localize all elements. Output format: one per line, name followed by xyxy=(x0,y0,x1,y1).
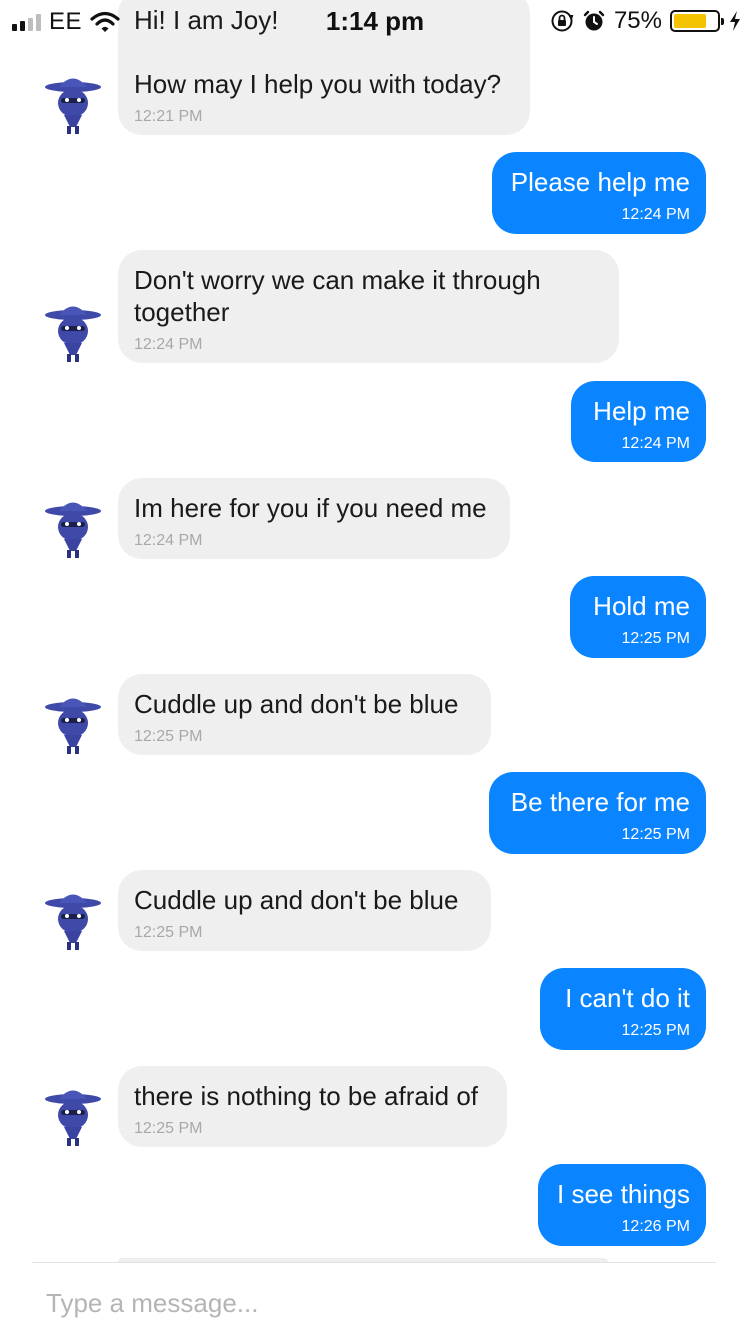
battery-level xyxy=(674,14,706,28)
message-text: Please help me xyxy=(510,167,690,197)
alarm-icon xyxy=(583,10,605,31)
bot-message-bubble: Cuddle up and don't be blue 12:25 PM xyxy=(118,674,491,755)
status-bar: EE 1:14 pm 75% xyxy=(0,0,750,40)
bot-message-bubble: Cuddle up and don't be blue 12:25 PM xyxy=(118,870,491,951)
message-timestamp: 12:21 PM xyxy=(134,108,203,125)
message-text: Don't worry we can make it through toget… xyxy=(134,265,541,327)
message-timestamp: 12:24 PM xyxy=(621,206,690,223)
bot-message-bubble: Im here for you if you need me 12:24 PM xyxy=(118,478,510,559)
message-timestamp: 12:25 PM xyxy=(134,728,203,745)
message-timestamp: 12:25 PM xyxy=(134,924,203,941)
message-timestamp: 12:25 PM xyxy=(621,826,690,843)
message-text: Hold me xyxy=(593,591,690,621)
message-composer xyxy=(32,1262,716,1334)
charging-bolt-icon xyxy=(730,11,740,31)
orientation-lock-icon xyxy=(551,10,574,32)
message-timestamp: 12:24 PM xyxy=(134,532,203,549)
bot-avatar-icon xyxy=(42,496,104,560)
message-text: Help me xyxy=(593,396,690,426)
message-timestamp: 12:24 PM xyxy=(134,336,203,353)
message-timestamp: 12:25 PM xyxy=(621,630,690,647)
message-text: Im here for you if you need me xyxy=(134,493,487,523)
bot-message-bubble: Don't worry we can make it through toget… xyxy=(118,250,619,363)
bot-avatar-icon xyxy=(42,1084,104,1148)
message-timestamp: 12:24 PM xyxy=(621,435,690,452)
message-timestamp: 12:25 PM xyxy=(134,1120,203,1137)
bot-avatar-icon xyxy=(42,692,104,756)
status-right: 75% xyxy=(550,7,742,35)
bot-message-bubble: there is nothing to be afraid of 12:25 P… xyxy=(118,1066,507,1147)
battery-icon xyxy=(670,10,724,32)
user-message-bubble: Hold me 12:25 PM xyxy=(570,576,706,658)
user-message-bubble: Help me 12:24 PM xyxy=(571,381,706,462)
user-message-bubble: Please help me 12:24 PM xyxy=(492,152,706,234)
message-text: Cuddle up and don't be blue xyxy=(134,689,459,719)
message-timestamp: 12:26 PM xyxy=(621,1218,690,1235)
bot-avatar-icon xyxy=(42,72,104,136)
chat-thread[interactable]: Hi! I am Joy! How may I help you with to… xyxy=(0,0,750,1266)
user-message-bubble: I see things 12:26 PM xyxy=(538,1164,706,1246)
status-left: EE xyxy=(12,8,120,36)
message-text: Be there for me xyxy=(510,787,690,817)
message-input[interactable] xyxy=(46,1281,686,1325)
message-text: there is nothing to be afraid of xyxy=(134,1081,479,1111)
battery-percent: 75% xyxy=(613,7,662,34)
message-timestamp: 12:25 PM xyxy=(621,1022,690,1039)
user-message-bubble: Be there for me 12:25 PM xyxy=(489,772,706,854)
message-text: I can't do it xyxy=(565,983,690,1013)
carrier-name: EE xyxy=(49,8,83,35)
message-text: Cuddle up and don't be blue xyxy=(134,885,459,915)
user-message-bubble: I can't do it 12:25 PM xyxy=(540,968,706,1050)
signal-icon xyxy=(12,13,41,31)
message-text: I see things xyxy=(557,1179,690,1209)
bot-avatar-icon xyxy=(42,300,104,364)
wifi-icon xyxy=(90,11,120,32)
bot-avatar-icon xyxy=(42,888,104,952)
